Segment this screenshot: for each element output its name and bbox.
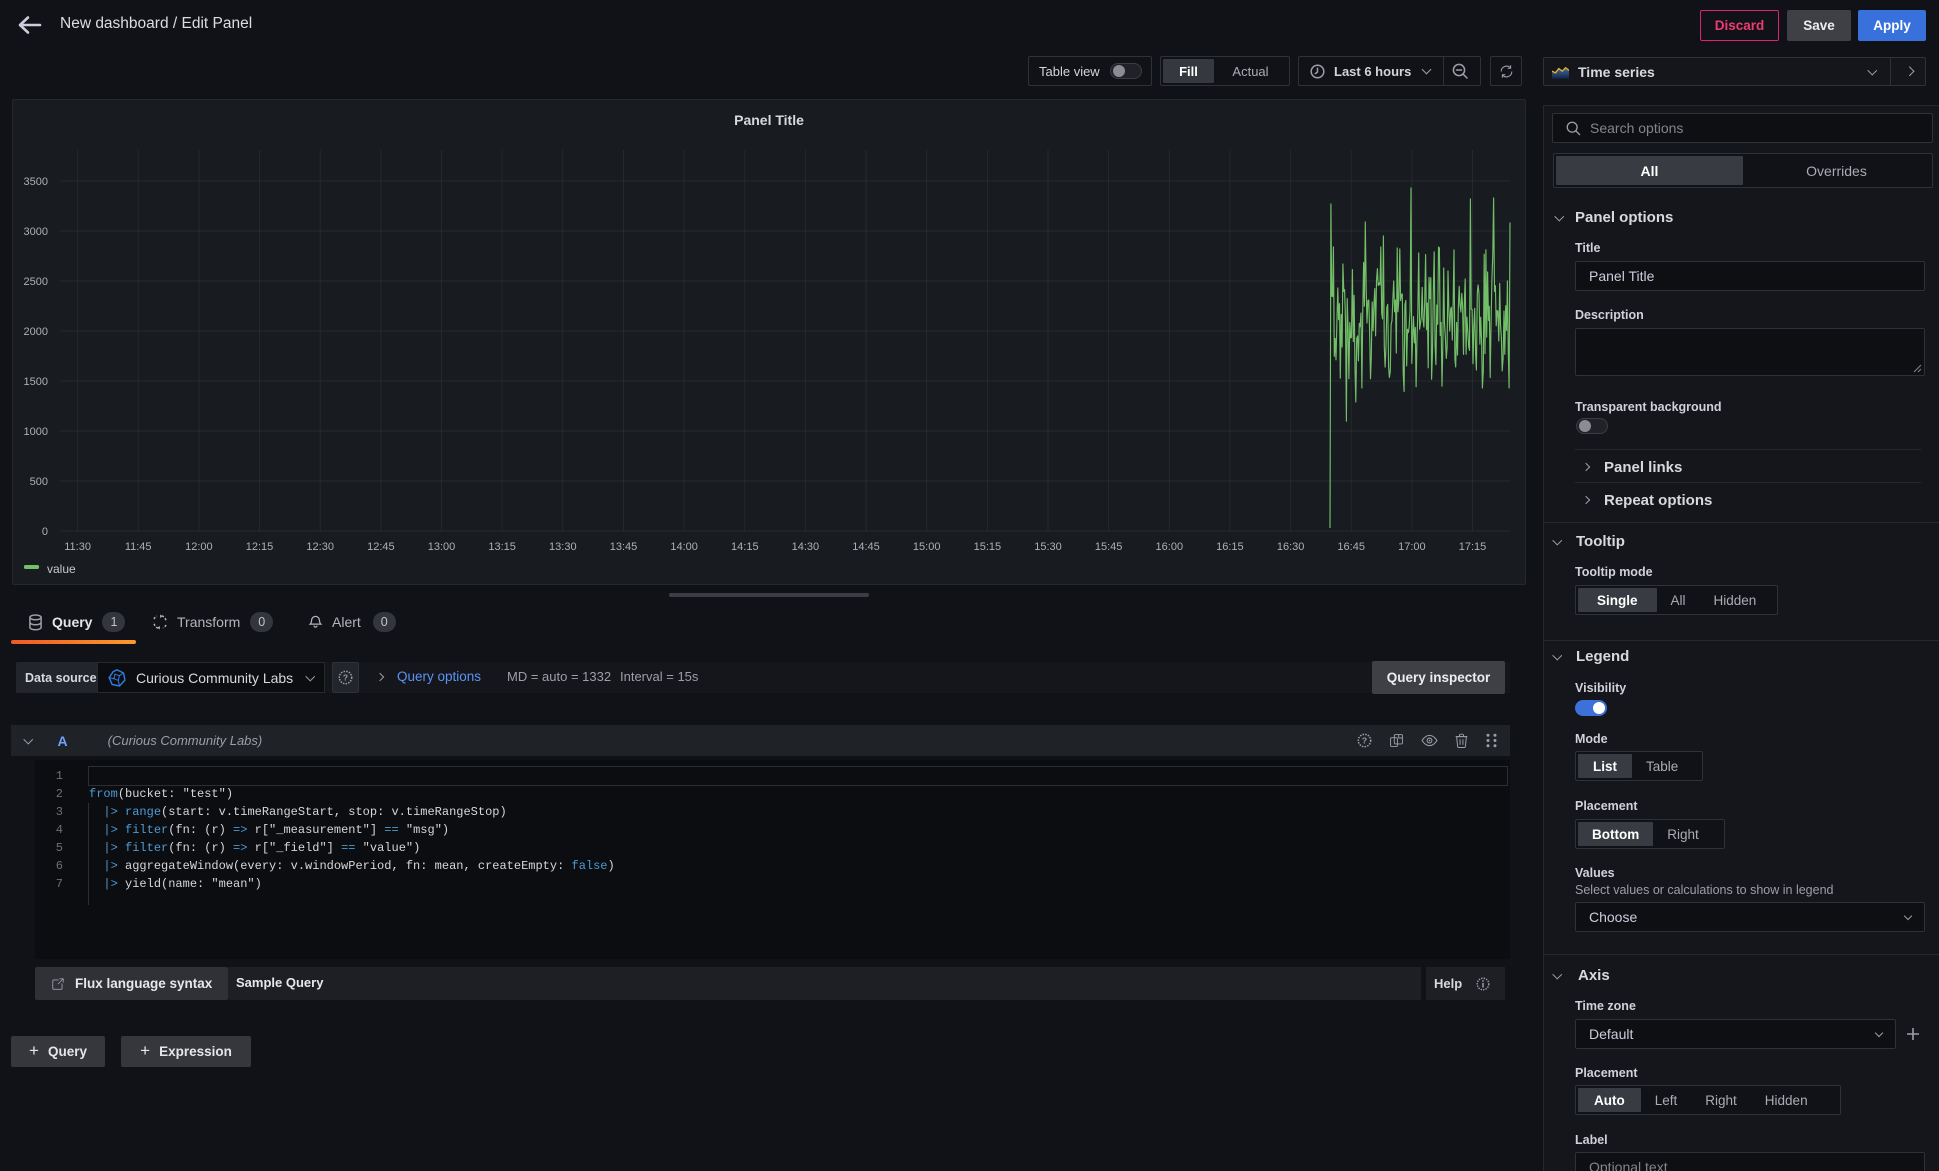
svg-text:?: ? (343, 672, 348, 682)
svg-text:15:00: 15:00 (913, 541, 941, 553)
svg-text:500: 500 (30, 476, 48, 488)
svg-text:12:45: 12:45 (367, 541, 395, 553)
svg-text:16:15: 16:15 (1216, 541, 1244, 553)
svg-text:14:45: 14:45 (852, 541, 880, 553)
svg-text:17:15: 17:15 (1459, 541, 1487, 553)
svg-text:12:00: 12:00 (185, 541, 213, 553)
svg-text:1000: 1000 (24, 426, 48, 438)
svg-text:3000: 3000 (24, 226, 48, 238)
svg-text:value: value (47, 562, 76, 576)
svg-text:12:15: 12:15 (246, 541, 274, 553)
svg-text:2000: 2000 (24, 326, 48, 338)
svg-text:16:00: 16:00 (1156, 541, 1184, 553)
svg-text:1500: 1500 (24, 376, 48, 388)
svg-text:?: ? (1362, 735, 1367, 745)
svg-text:11:30: 11:30 (64, 541, 91, 553)
svg-text:0: 0 (42, 526, 48, 538)
svg-text:15:30: 15:30 (1034, 541, 1062, 553)
svg-text:16:45: 16:45 (1337, 541, 1365, 553)
svg-text:13:15: 13:15 (488, 541, 516, 553)
svg-text:14:00: 14:00 (670, 541, 698, 553)
svg-text:12:30: 12:30 (306, 541, 334, 553)
svg-text:13:45: 13:45 (610, 541, 638, 553)
svg-text:17:00: 17:00 (1398, 541, 1426, 553)
svg-text:14:30: 14:30 (792, 541, 820, 553)
svg-text:11:45: 11:45 (125, 541, 152, 553)
svg-text:13:30: 13:30 (549, 541, 577, 553)
svg-text:16:30: 16:30 (1277, 541, 1305, 553)
svg-text:2500: 2500 (24, 276, 48, 288)
svg-text:3500: 3500 (24, 176, 48, 188)
svg-text:15:15: 15:15 (974, 541, 1002, 553)
svg-text:14:15: 14:15 (731, 541, 759, 553)
svg-text:15:45: 15:45 (1095, 541, 1123, 553)
svg-text:13:00: 13:00 (428, 541, 456, 553)
